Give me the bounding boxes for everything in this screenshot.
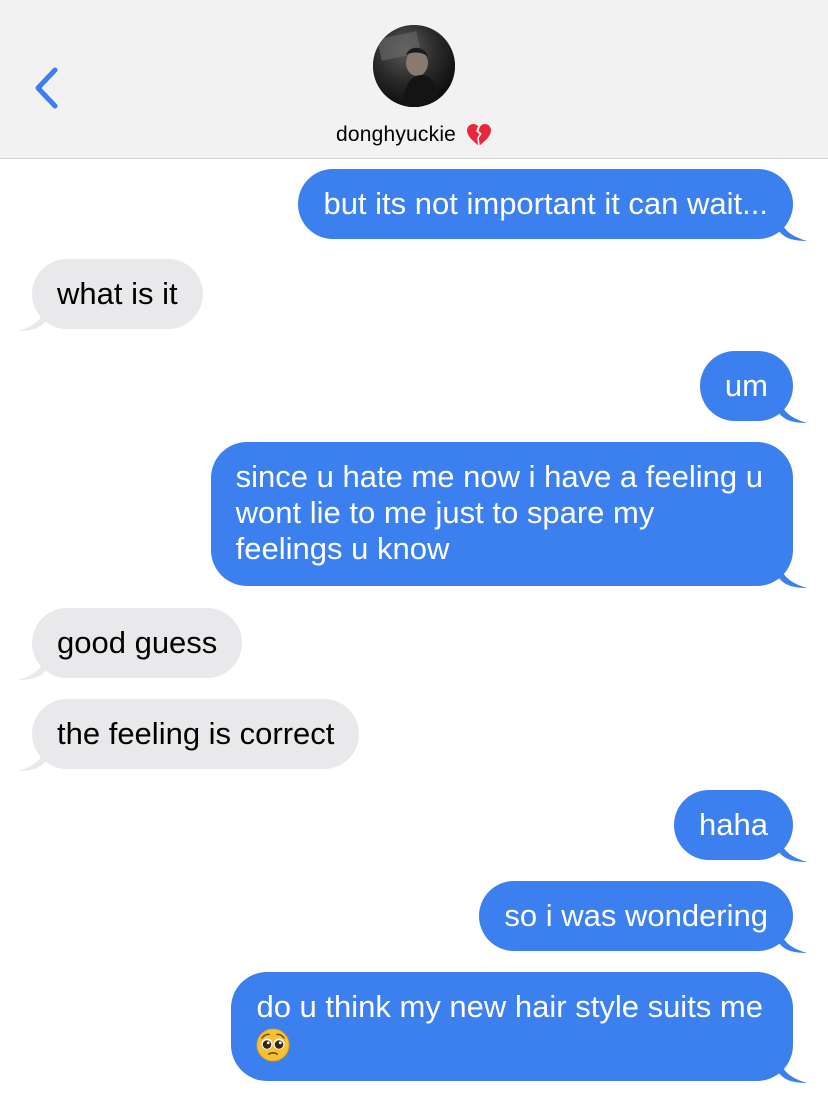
message-bubble-sent[interactable]: do u think my new hair style suits me — [231, 972, 807, 1083]
message-bubble-received[interactable]: what is it — [18, 259, 203, 331]
broken-heart-icon — [467, 124, 492, 147]
message-text-line: since u hate me now i have a feeling u — [235, 459, 763, 494]
avatar-photo — [373, 25, 455, 107]
conversation-header: donghyuckie — [0, 0, 828, 159]
bubble-tail — [18, 743, 46, 771]
message-text-line: wont lie to me just to spare my — [235, 495, 655, 530]
chevron-left-icon — [35, 67, 58, 109]
message-text: but its not important it can wait... — [323, 186, 768, 221]
message-text: um — [724, 368, 768, 403]
message-bubble-sent[interactable]: um — [699, 351, 807, 423]
message-text: good guess — [57, 625, 218, 660]
message-bubble-sent[interactable]: haha — [674, 790, 807, 862]
message-text: what is it — [57, 276, 178, 311]
bubble-tail — [779, 1054, 807, 1083]
pleading-face-icon — [256, 1028, 290, 1062]
contact-name: donghyuckie — [335, 123, 457, 146]
message-bubble-sent[interactable]: so i was wondering — [479, 881, 807, 953]
bubble-tail — [779, 834, 807, 862]
message-bubble-sent[interactable]: since u hate me now i have a feeling u w… — [210, 442, 807, 588]
bubble-tail — [779, 925, 807, 953]
message-text: so i was wondering — [504, 898, 768, 933]
contact-info-button[interactable]: donghyuckie — [0, 120, 828, 150]
bubble-tail — [18, 652, 46, 680]
back-button[interactable] — [22, 62, 72, 114]
message-bubble-sent[interactable]: but its not important it can wait... — [298, 169, 807, 241]
bubble-tail — [18, 303, 46, 331]
avatar[interactable] — [373, 25, 455, 107]
message-text: haha — [699, 807, 768, 842]
message-bubble-received[interactable]: the feeling is correct — [18, 699, 360, 771]
message-bubble-received[interactable]: good guess — [18, 608, 243, 680]
bubble-tail — [779, 560, 807, 588]
bubble-tail — [779, 213, 807, 241]
message-text: do u think my new hair style suits me — [256, 989, 763, 1024]
message-text: the feeling is correct — [57, 716, 335, 751]
bubble-tail — [779, 395, 807, 423]
message-text-line: feelings u know — [235, 531, 450, 566]
messages-screen: donghyuckie but its not important it can… — [0, 0, 828, 1104]
message-emoji-line — [256, 1025, 763, 1062]
